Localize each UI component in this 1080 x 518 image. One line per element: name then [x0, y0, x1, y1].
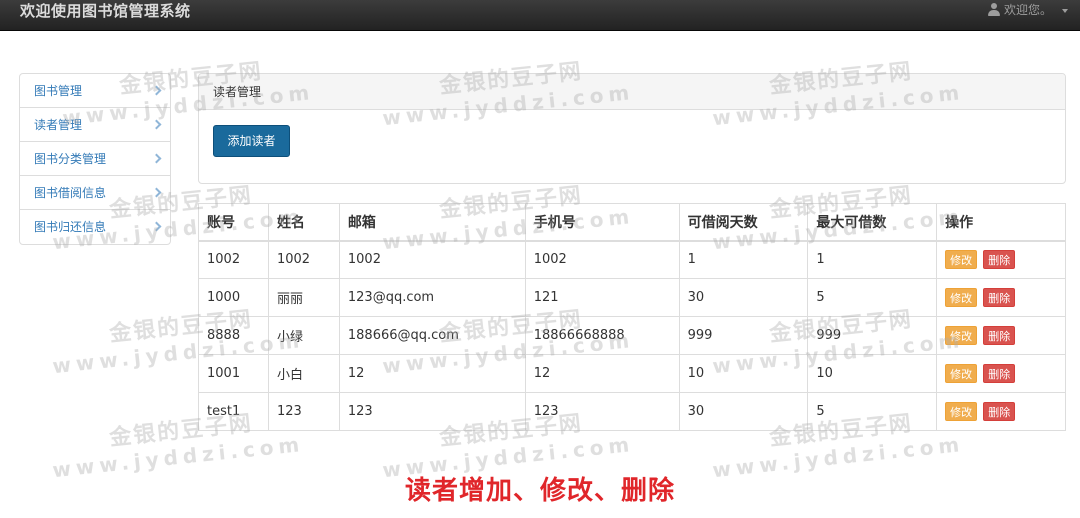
col-header-borrow-days: 可借阅天数: [678, 203, 809, 242]
sidebar-item-label: 读者管理: [34, 118, 83, 132]
feature-caption: 读者增加、修改、删除: [404, 476, 675, 506]
app-title: 欢迎使用图书馆管理系统: [20, 2, 191, 20]
caret-down-icon: [1062, 9, 1068, 13]
cell-account: 1000: [198, 278, 269, 317]
col-header-name: 姓名: [267, 203, 340, 242]
cell-name: 123: [267, 392, 340, 431]
sidebar-item-category-management[interactable]: 图书分类管理: [20, 142, 170, 176]
reader-table: 账号 姓名 邮箱 手机号 可借阅天数 最大可借数 操作 1002 1002 10…: [198, 203, 1066, 431]
edit-button[interactable]: 修改: [945, 250, 978, 270]
user-menu[interactable]: 欢迎您。: [987, 0, 1068, 31]
top-navbar: 欢迎使用图书馆管理系统 欢迎您。: [0, 0, 1080, 31]
edit-button[interactable]: 修改: [945, 402, 978, 421]
delete-button[interactable]: 删除: [983, 250, 1016, 270]
chevron-right-icon: [151, 153, 162, 164]
cell-name: 1002: [267, 240, 340, 279]
cell-actions: 修改 删除: [936, 278, 1066, 317]
sidebar-item-return-info[interactable]: 图书归还信息: [20, 210, 170, 244]
col-header-email: 邮箱: [338, 203, 526, 242]
cell-account: 1001: [198, 354, 269, 393]
table-row: 8888 小绿 188666@qq.com 18866668888 999 99…: [198, 316, 1066, 355]
cell-phone: 1002: [524, 240, 680, 279]
chevron-right-icon: [151, 221, 162, 232]
reader-management-panel: 读者管理 添加读者: [198, 73, 1066, 184]
cell-max-borrow: 5: [807, 278, 938, 317]
cell-name: 小绿: [267, 316, 340, 355]
sidebar-item-label: 图书归还信息: [34, 220, 107, 234]
table-header-row: 账号 姓名 邮箱 手机号 可借阅天数 最大可借数 操作: [198, 203, 1066, 242]
sidebar-item-label: 图书借阅信息: [34, 186, 107, 200]
cell-max-borrow: 1: [807, 240, 938, 279]
cell-borrow-days: 999: [678, 316, 809, 355]
delete-button[interactable]: 删除: [983, 326, 1016, 345]
delete-button[interactable]: 删除: [983, 402, 1016, 421]
col-header-phone: 手机号: [524, 203, 680, 242]
col-header-account: 账号: [198, 203, 269, 242]
cell-email: 12: [338, 354, 526, 393]
cell-max-borrow: 10: [807, 354, 938, 393]
cell-actions: 修改 删除: [936, 392, 1066, 431]
user-greeting: 欢迎您。: [1003, 3, 1052, 17]
delete-button[interactable]: 删除: [983, 288, 1016, 307]
sidebar-item-label: 图书分类管理: [34, 152, 107, 166]
table-row: 1002 1002 1002 1002 1 1 修改 删除: [198, 240, 1066, 279]
user-icon: [987, 3, 1000, 17]
cell-actions: 修改 删除: [936, 354, 1066, 393]
cell-email: 123: [338, 392, 526, 431]
add-reader-button[interactable]: 添加读者: [213, 125, 290, 157]
sidebar-item-borrow-info[interactable]: 图书借阅信息: [20, 176, 170, 210]
edit-button[interactable]: 修改: [945, 364, 978, 383]
cell-account: test1: [198, 392, 269, 431]
edit-button[interactable]: 修改: [945, 326, 978, 345]
cell-borrow-days: 30: [678, 278, 809, 317]
cell-name: 丽丽: [267, 278, 340, 317]
cell-phone: 123: [524, 392, 680, 431]
delete-button[interactable]: 删除: [983, 364, 1016, 383]
cell-actions: 修改 删除: [936, 316, 1066, 355]
chevron-right-icon: [151, 85, 162, 96]
cell-email: 188666@qq.com: [338, 316, 526, 355]
sidebar: 图书管理 读者管理 图书分类管理 图书借阅信息 图书归还信息: [19, 73, 171, 245]
table-row: 1000 丽丽 123@qq.com 121 30 5 修改 删除: [198, 278, 1066, 317]
table-row: 1001 小白 12 12 10 10 修改 删除: [198, 354, 1066, 393]
sidebar-item-book-management[interactable]: 图书管理: [20, 74, 170, 108]
col-header-max-borrow: 最大可借数: [807, 203, 938, 242]
cell-phone: 12: [524, 354, 680, 393]
cell-phone: 121: [524, 278, 680, 317]
cell-account: 1002: [198, 240, 269, 279]
cell-borrow-days: 1: [678, 240, 809, 279]
cell-account: 8888: [198, 316, 269, 355]
chevron-right-icon: [151, 119, 162, 130]
cell-borrow-days: 10: [678, 354, 809, 393]
table-row: test1 123 123 123 30 5 修改 删除: [198, 392, 1066, 431]
chevron-right-icon: [151, 187, 162, 198]
edit-button[interactable]: 修改: [945, 288, 978, 307]
cell-actions: 修改 删除: [936, 240, 1066, 279]
col-header-actions: 操作: [936, 203, 1066, 242]
sidebar-item-label: 图书管理: [34, 84, 83, 98]
cell-max-borrow: 999: [807, 316, 938, 355]
cell-max-borrow: 5: [807, 392, 938, 431]
sidebar-item-reader-management[interactable]: 读者管理: [20, 108, 170, 142]
panel-title: 读者管理: [199, 74, 1065, 110]
cell-email: 1002: [338, 240, 526, 279]
cell-phone: 18866668888: [524, 316, 680, 355]
cell-name: 小白: [267, 354, 340, 393]
cell-borrow-days: 30: [678, 392, 809, 431]
cell-email: 123@qq.com: [338, 278, 526, 317]
